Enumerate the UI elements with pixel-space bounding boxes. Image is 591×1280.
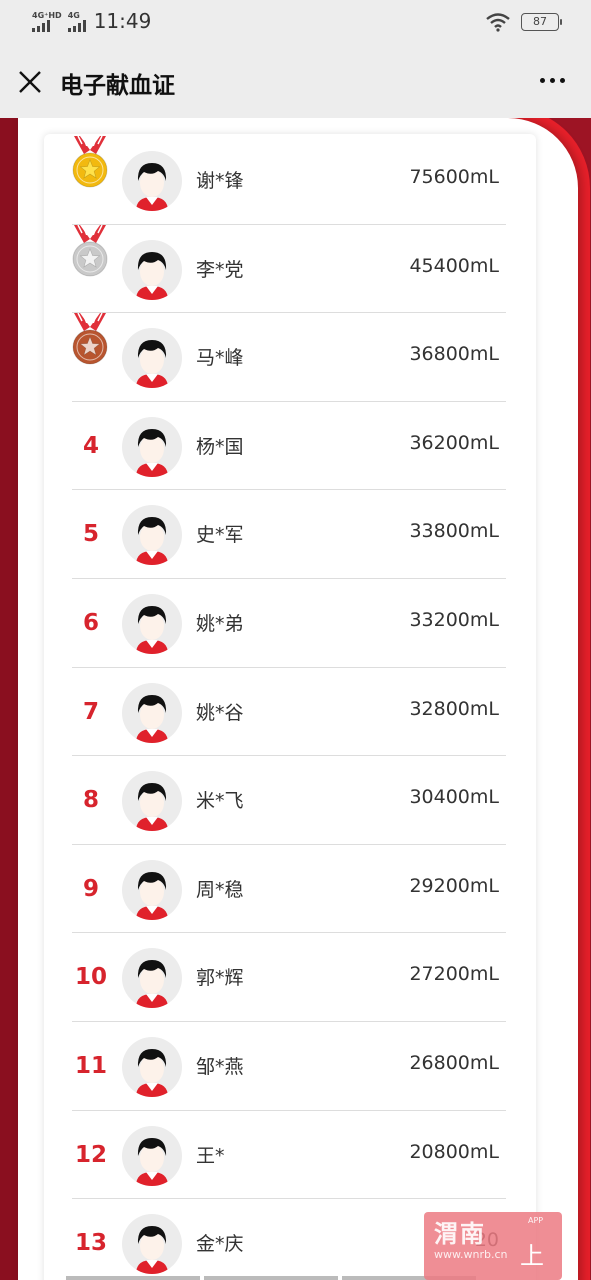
donation-amount: 20800mL xyxy=(409,1140,499,1163)
signal-indicator-2: 4G xyxy=(67,10,86,32)
ranking-list[interactable]: 谢*锋 75600mL 李*党 45400mL 马*峰 36800mL 4 杨*国 36200m… xyxy=(70,135,506,1280)
wifi-icon xyxy=(486,13,510,32)
rank-number: 8 xyxy=(82,787,99,814)
avatar xyxy=(122,239,182,300)
signal-indicator-1: 4G⁺HD xyxy=(32,11,62,32)
rank-number: 6 xyxy=(82,609,99,636)
avatar xyxy=(122,151,182,211)
donor-name: 周*稳 xyxy=(196,878,244,901)
ranking-row[interactable]: 11 邹*燕 26800mL xyxy=(72,1022,506,1111)
title-bar: 电子献血证 xyxy=(0,46,591,118)
watermark-url: www.wnrb.cn xyxy=(434,1248,508,1261)
donor-name: 马*峰 xyxy=(196,347,244,370)
donation-amount: 32800mL xyxy=(409,697,499,720)
avatar xyxy=(122,416,182,477)
avatar xyxy=(122,328,182,389)
more-button[interactable] xyxy=(540,78,565,83)
rank-number: 5 xyxy=(82,521,99,548)
donor-name: 杨*国 xyxy=(196,435,244,458)
close-button[interactable] xyxy=(16,68,44,96)
donor-name: 米*飞 xyxy=(196,790,244,813)
ranking-row[interactable]: 9 周*稳 29200mL xyxy=(72,845,506,934)
donor-name: 姚*弟 xyxy=(196,612,244,635)
battery-level: 87 xyxy=(533,15,547,28)
avatar xyxy=(122,1125,182,1186)
left-background-band xyxy=(0,118,18,1280)
signal-bars-icon xyxy=(67,19,86,32)
avatar xyxy=(122,505,182,566)
battery-icon: 87 xyxy=(521,13,562,31)
status-right: 87 xyxy=(485,12,562,32)
silver-medal-icon xyxy=(70,224,110,285)
donor-name: 李*党 xyxy=(196,258,244,281)
donor-name: 郭*辉 xyxy=(196,967,244,990)
clock: 11:49 xyxy=(93,9,152,33)
donor-name: 史*军 xyxy=(196,524,244,547)
page-title: 电子献血证 xyxy=(60,73,175,99)
rank-number: 10 xyxy=(74,964,107,991)
bronze-medal-icon xyxy=(70,312,110,373)
ranking-row[interactable]: 李*党 45400mL xyxy=(70,224,506,314)
watermark-app: APP xyxy=(528,1216,544,1225)
donation-amount: 33800mL xyxy=(409,520,499,543)
content-area: 谢*锋 75600mL 李*党 45400mL 马*峰 36800mL 4 杨*国 36200m… xyxy=(0,118,591,1280)
bottom-tab-indicators xyxy=(66,1276,476,1280)
status-left: 4G⁺HD 4G 11:49 xyxy=(32,9,151,33)
donation-amount: 33200mL xyxy=(409,608,499,631)
ranking-row[interactable]: 5 史*军 33800mL xyxy=(72,490,506,579)
donor-name: 王* xyxy=(196,1144,225,1167)
avatar xyxy=(122,948,182,1009)
avatar xyxy=(122,593,182,654)
signal-bars-icon xyxy=(32,19,50,32)
gold-medal-icon xyxy=(70,135,110,196)
close-icon xyxy=(19,71,41,93)
donor-name: 姚*谷 xyxy=(196,701,244,724)
ranking-row[interactable]: 谢*锋 75600mL xyxy=(70,135,506,225)
ranking-row[interactable]: 4 杨*国 36200mL xyxy=(72,402,506,491)
rank-number: 11 xyxy=(74,1052,107,1079)
more-icon xyxy=(540,78,545,83)
donation-amount: 36200mL xyxy=(409,431,499,454)
avatar xyxy=(122,771,182,832)
donation-amount: 30400mL xyxy=(409,786,499,809)
avatar xyxy=(122,859,182,920)
donor-name: 邹*燕 xyxy=(196,1055,244,1078)
avatar xyxy=(122,682,182,743)
back-step-label: 上一步 xyxy=(520,1242,544,1280)
ranking-row[interactable]: 马*峰 36800mL xyxy=(70,312,506,402)
donation-amount: 45400mL xyxy=(409,254,499,277)
rank-number: 13 xyxy=(74,1230,107,1257)
donor-name: 金*庆 xyxy=(196,1233,244,1256)
status-bar: 4G⁺HD 4G 11:49 87 xyxy=(0,0,591,46)
donation-amount: 36800mL xyxy=(409,343,499,366)
rank-number: 12 xyxy=(74,1141,107,1168)
donor-name: 谢*锋 xyxy=(196,170,244,192)
donation-amount: 29200mL xyxy=(409,874,499,897)
rank-number: 7 xyxy=(82,698,99,725)
ranking-row[interactable]: 10 郭*辉 27200mL xyxy=(72,933,506,1022)
avatar xyxy=(122,1214,182,1275)
rank-number: 4 xyxy=(82,432,99,459)
signal-label-2: 4G xyxy=(67,10,80,20)
ranking-row[interactable]: 6 姚*弟 33200mL xyxy=(72,579,506,668)
ranking-row[interactable]: 8 米*飞 30400mL xyxy=(72,756,506,845)
ranking-row[interactable]: 7 姚*谷 32800mL xyxy=(72,668,506,757)
signal-label-1: 4G⁺HD xyxy=(32,10,62,20)
watermark-brand: 渭南 xyxy=(434,1220,486,1248)
donation-amount: 27200mL xyxy=(409,963,499,986)
rank-number: 9 xyxy=(82,875,99,902)
donation-amount: 26800mL xyxy=(409,1051,499,1074)
back-step-button[interactable]: 渭南 APP www.wnrb.cn 上一步 xyxy=(424,1212,562,1280)
donation-amount: 75600mL xyxy=(409,166,499,188)
ranking-row[interactable]: 12 王* 20800mL xyxy=(72,1111,506,1200)
avatar xyxy=(122,1036,182,1097)
